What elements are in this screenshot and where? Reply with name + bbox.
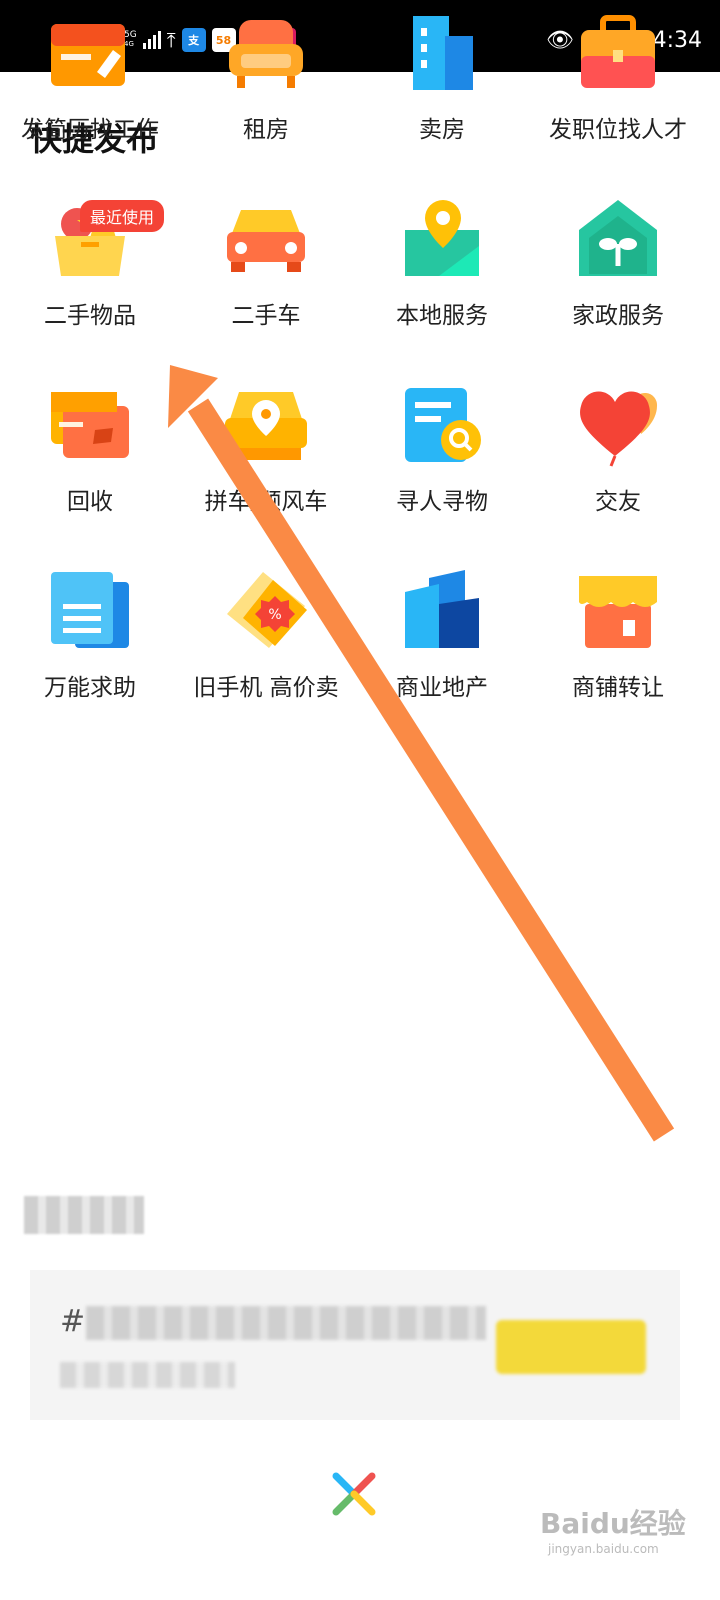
briefcase-icon <box>575 10 661 96</box>
quick-item-1[interactable]: 发简历找工作 <box>0 0 180 170</box>
quick-item-label: 本地服务 <box>396 303 488 329</box>
office-icon <box>399 568 485 654</box>
quick-item-3[interactable]: 卖房 <box>352 0 532 170</box>
post-action-button[interactable] <box>496 1320 646 1374</box>
shop-icon <box>575 568 661 654</box>
post-card[interactable]: # <box>30 1270 680 1420</box>
resume-icon <box>47 10 133 96</box>
quick-item-14[interactable]: % 旧手机 高价卖 <box>176 558 356 728</box>
quick-item-8[interactable]: 家政服务 <box>528 186 708 356</box>
quick-item-label: 租房 <box>243 117 289 143</box>
quick-item-label: 发职位找人才 <box>549 117 687 143</box>
car-icon <box>223 196 309 282</box>
quick-item-6[interactable]: 二手车 <box>176 186 356 356</box>
notepad-icon <box>47 568 133 654</box>
quick-item-10[interactable]: 拼车/顺风车 <box>176 372 356 542</box>
car-location-icon <box>223 382 309 468</box>
quick-item-label: 拼车/顺风车 <box>204 489 328 515</box>
price-tag-icon: % <box>223 568 309 654</box>
quick-item-label: 旧手机 高价卖 <box>193 675 339 701</box>
quick-item-label: 商铺转让 <box>572 675 664 701</box>
quick-item-13[interactable]: 万能求助 <box>0 558 180 728</box>
sofa-icon <box>223 10 309 96</box>
svg-text:%: % <box>268 607 281 623</box>
quick-item-11[interactable]: 寻人寻物 <box>352 372 532 542</box>
quick-item-9[interactable]: 回收 <box>0 372 180 542</box>
post-text-blurred <box>86 1306 486 1340</box>
quick-item-label: 二手物品 <box>44 303 136 329</box>
quick-item-label: 交友 <box>595 489 641 515</box>
card-icon <box>47 382 133 468</box>
quick-item-15[interactable]: 商业地产 <box>352 558 532 728</box>
quick-item-label: 寻人寻物 <box>396 489 488 515</box>
quick-item-label: 万能求助 <box>44 675 136 701</box>
quick-item-label: 家政服务 <box>572 303 664 329</box>
quick-item-label: 二手车 <box>231 303 301 329</box>
baidu-watermark: Baidu经验 jingyan.baidu.com <box>540 1507 686 1556</box>
quick-item-label: 回收 <box>67 489 113 515</box>
quick-item-16[interactable]: 商铺转让 <box>528 558 708 728</box>
quick-item-12[interactable]: 交友 <box>528 372 708 542</box>
quick-item-2[interactable]: 租房 <box>176 0 356 170</box>
section-title-blurred <box>24 1196 144 1234</box>
house-sprout-icon <box>575 196 661 282</box>
building-icon <box>399 10 485 96</box>
quick-item-label: 卖房 <box>419 117 465 143</box>
search-doc-icon <box>399 382 485 468</box>
recent-used-badge: 最近使用 <box>80 200 165 232</box>
map-pin-icon <box>399 196 485 282</box>
post-hash: # <box>60 1304 86 1339</box>
quick-item-4[interactable]: 发职位找人才 <box>528 0 708 170</box>
heart-balloon-icon <box>575 382 661 468</box>
post-subtext-blurred <box>60 1362 235 1388</box>
close-icon[interactable] <box>330 1470 378 1518</box>
quick-item-label: 商业地产 <box>396 675 488 701</box>
quick-item-7[interactable]: 本地服务 <box>352 186 532 356</box>
quick-item-label: 发简历找工作 <box>21 117 159 143</box>
